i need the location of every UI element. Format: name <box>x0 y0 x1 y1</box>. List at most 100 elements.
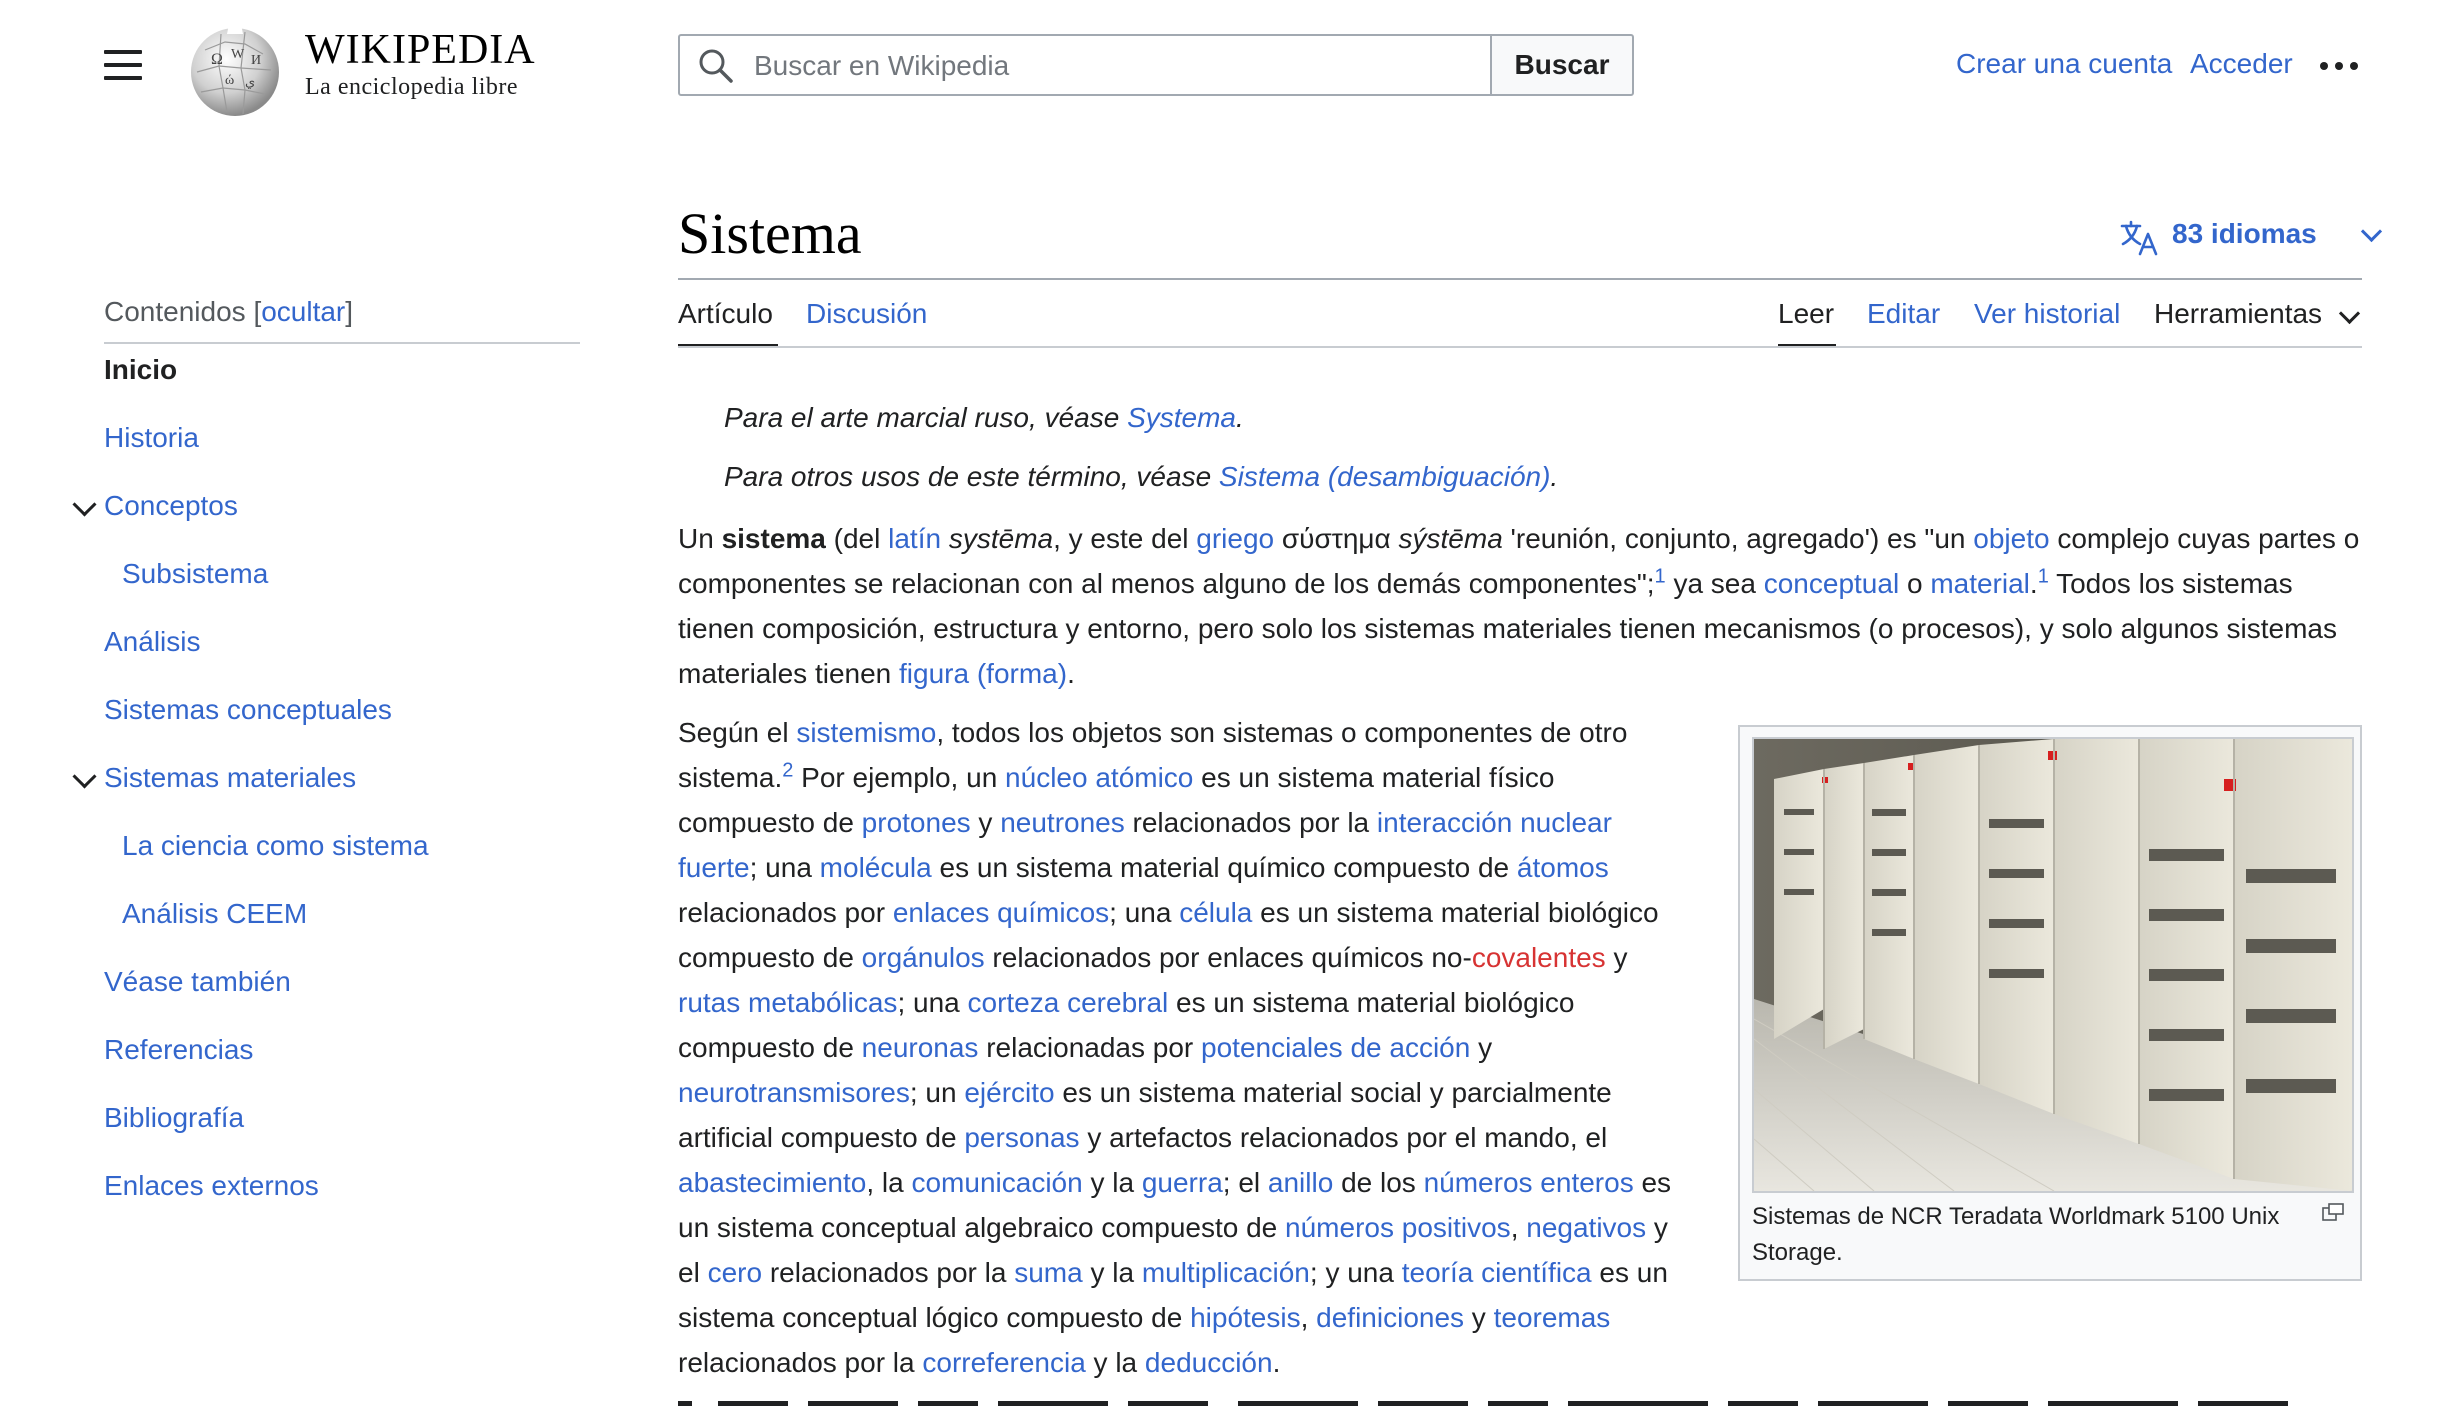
article-link[interactable]: molécula <box>820 852 932 883</box>
site-header: Ω W И ώ ي WIKIPEDIA La enciclopedia libr… <box>0 0 2446 130</box>
article-link[interactable]: enlaces químicos <box>893 897 1109 928</box>
article-link[interactable]: núcleo atómico <box>1005 762 1193 793</box>
reference-link[interactable]: 1 <box>1655 566 1666 588</box>
article-link[interactable]: comunicación <box>911 1167 1082 1198</box>
article-link[interactable]: números positivos <box>1285 1212 1511 1243</box>
reference-link[interactable]: 2 <box>782 760 793 782</box>
tabs-divider <box>678 346 2362 348</box>
figure-image[interactable] <box>1752 737 2354 1193</box>
toc-item[interactable]: Véase también <box>104 966 291 998</box>
article-link[interactable]: conceptual <box>1764 568 1899 599</box>
article-link[interactable]: personas <box>964 1122 1079 1153</box>
article-link[interactable]: guerra <box>1142 1167 1223 1198</box>
article-body: Un sistema (del latín systēma, y este de… <box>678 516 2362 1378</box>
article-link[interactable]: neurotransmisores <box>678 1077 910 1108</box>
toc-item[interactable]: Análisis <box>104 626 200 658</box>
article-link[interactable]: definiciones <box>1316 1302 1464 1333</box>
tab-read[interactable]: Leer <box>1778 298 1834 330</box>
article-link[interactable]: griego <box>1196 523 1274 554</box>
svg-text:И: И <box>251 53 261 68</box>
create-account-link[interactable]: Crear una cuenta <box>1956 48 2172 80</box>
body-paragraph: Según el sistemismo, todos los objetos s… <box>678 717 1672 1378</box>
tab-tools[interactable]: Herramientas <box>2154 298 2322 330</box>
article-link[interactable]: teoría científica <box>1402 1257 1592 1288</box>
language-count: 83 idiomas <box>2172 218 2317 249</box>
toc-item[interactable]: Conceptos <box>104 490 238 522</box>
toc-item[interactable]: Inicio <box>104 354 177 386</box>
chevron-down-icon[interactable] <box>72 492 97 517</box>
search-button[interactable]: Buscar <box>1490 34 1634 96</box>
search-box <box>678 34 1492 96</box>
reference-link[interactable]: 1 <box>2038 566 2049 588</box>
tab-article[interactable]: Artículo <box>678 298 773 330</box>
tab-history[interactable]: Ver historial <box>1974 298 2120 330</box>
chevron-down-icon <box>2338 302 2361 325</box>
svg-text:Ω: Ω <box>211 51 223 68</box>
toc-item[interactable]: La ciencia como sistema <box>122 830 429 862</box>
article-link[interactable]: corteza cerebral <box>968 987 1169 1018</box>
enlarge-icon[interactable] <box>2322 1203 2344 1221</box>
article-link[interactable]: deducción <box>1145 1347 1273 1378</box>
hatnote-link[interactable]: Systema <box>1127 402 1236 433</box>
article-link[interactable]: material <box>1930 568 2030 599</box>
hatnote: Para otros usos de este término, véase S… <box>724 461 1559 492</box>
toc-item[interactable]: Sistemas conceptuales <box>104 694 392 726</box>
ellipsis-icon[interactable] <box>2318 56 2362 76</box>
article-link[interactable]: correferencia <box>922 1347 1085 1378</box>
article-link[interactable]: objeto <box>1973 523 2049 554</box>
chevron-down-icon <box>2360 220 2383 243</box>
article-link[interactable]: célula <box>1179 897 1252 928</box>
article-link[interactable]: cero <box>708 1257 762 1288</box>
red-link[interactable]: covalentes <box>1472 942 1606 973</box>
toc-item[interactable]: Análisis CEEM <box>122 898 307 930</box>
search-input[interactable] <box>752 36 1486 96</box>
article-link[interactable]: multiplicación <box>1142 1257 1310 1288</box>
article-link[interactable]: suma <box>1014 1257 1082 1288</box>
hamburger-menu-icon[interactable] <box>104 48 144 82</box>
toc-hide-toggle[interactable]: ocultar <box>261 296 345 327</box>
toc-heading-label: Contenidos <box>104 296 246 327</box>
title-divider <box>678 278 2362 280</box>
chevron-down-icon[interactable] <box>72 764 97 789</box>
tab-discussion[interactable]: Discusión <box>806 298 927 330</box>
article-link[interactable]: protones <box>862 807 971 838</box>
article-link[interactable]: neutrones <box>1000 807 1125 838</box>
toc-item[interactable]: Enlaces externos <box>104 1170 319 1202</box>
article-link[interactable]: neuronas <box>862 1032 979 1063</box>
wikipedia-globe-logo[interactable]: Ω W И ώ ي <box>185 20 285 120</box>
article-link[interactable]: orgánulos <box>862 942 985 973</box>
hatnote: Para el arte marcial ruso, véase Systema… <box>724 402 1244 433</box>
article-link[interactable]: átomos <box>1517 852 1609 883</box>
table-of-contents: Contenidos [ocultar] <box>104 296 580 344</box>
svg-text:W: W <box>231 47 245 62</box>
toc-item[interactable]: Referencias <box>104 1034 253 1066</box>
article-link[interactable]: ejército <box>964 1077 1054 1108</box>
hatnote-link[interactable]: Sistema (desambiguación) <box>1219 461 1551 492</box>
figure-caption: Sistemas de NCR Teradata Worldmark 5100 … <box>1752 1203 2280 1266</box>
toc-item[interactable]: Subsistema <box>122 558 268 590</box>
toc-heading: Contenidos [ocultar] <box>104 296 580 344</box>
login-link[interactable]: Acceder <box>2190 48 2293 80</box>
article-link[interactable]: teoremas <box>1494 1302 1611 1333</box>
tab-edit[interactable]: Editar <box>1867 298 1940 330</box>
svg-text:ώ: ώ <box>225 73 234 88</box>
wikipedia-wordmark[interactable]: WIKIPEDIA <box>305 26 536 74</box>
article-link[interactable]: figura (forma) <box>899 658 1067 689</box>
article-link[interactable]: números enteros <box>1424 1167 1634 1198</box>
article-link[interactable]: potenciales de acción <box>1201 1032 1470 1063</box>
article-link[interactable]: latín <box>888 523 941 554</box>
translate-icon <box>2120 220 2158 256</box>
article-link[interactable]: rutas metabólicas <box>678 987 897 1018</box>
toc-item[interactable]: Sistemas materiales <box>104 762 356 794</box>
article-link[interactable]: anillo <box>1268 1167 1333 1198</box>
article-link[interactable]: sistemismo <box>796 717 936 748</box>
article-link[interactable]: negativos <box>1526 1212 1646 1243</box>
page-title: Sistema <box>678 201 862 266</box>
article-figure: Sistemas de NCR Teradata Worldmark 5100 … <box>1738 725 2362 1281</box>
intro-paragraph: Un sistema (del latín systēma, y este de… <box>678 523 2360 689</box>
toc-item[interactable]: Historia <box>104 422 199 454</box>
article-link[interactable]: abastecimiento <box>678 1167 866 1198</box>
article-link[interactable]: hipótesis <box>1190 1302 1301 1333</box>
svg-text:ي: ي <box>245 74 255 89</box>
toc-item[interactable]: Bibliografía <box>104 1102 244 1134</box>
